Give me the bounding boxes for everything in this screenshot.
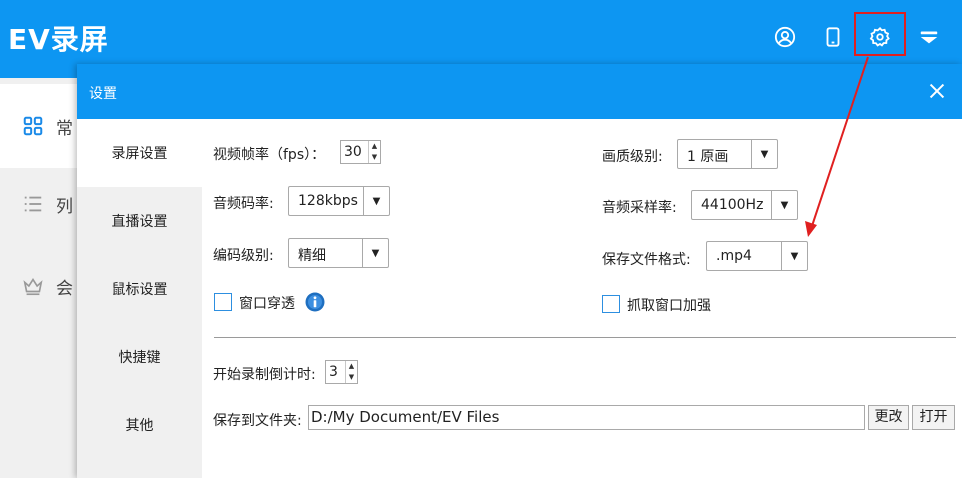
file-format-label: 保存文件格式:	[602, 252, 691, 268]
spin-up-icon[interactable]: ▲	[369, 141, 380, 152]
chevron-down-icon[interactable]: ▼	[362, 239, 388, 267]
dialog-header: 设置	[77, 64, 962, 119]
dialog-title: 设置	[89, 86, 117, 102]
tab-other[interactable]: 其他	[77, 391, 202, 459]
chevron-down-icon[interactable]: ▼	[363, 187, 389, 215]
save-folder-label: 保存到文件夹:	[213, 413, 302, 429]
sidebar-item-label: 会	[56, 278, 73, 299]
app-title: EV录屏	[8, 23, 109, 56]
spin-down-icon[interactable]: ▼	[346, 372, 357, 383]
settings-nav: 录屏设置 直播设置 鼠标设置 快捷键 其他	[77, 119, 202, 478]
fps-spinner[interactable]: 30 ▲ ▼	[340, 140, 381, 164]
countdown-label: 开始录制倒计时:	[213, 367, 316, 383]
tab-live-settings[interactable]: 直播设置	[77, 187, 202, 255]
section-divider	[214, 337, 956, 338]
spin-down-icon[interactable]: ▼	[369, 152, 380, 163]
phone-icon[interactable]	[816, 20, 850, 54]
close-icon[interactable]	[926, 80, 948, 102]
chevron-down-icon[interactable]: ▼	[781, 242, 807, 270]
user-icon[interactable]	[768, 20, 802, 54]
quality-select[interactable]: 1 原画 ▼	[677, 139, 778, 169]
countdown-value: 3	[329, 364, 338, 380]
crown-icon	[23, 278, 43, 296]
sidebar-item-member[interactable]: 会	[0, 244, 80, 328]
chevron-down-icon[interactable]: ▼	[771, 191, 797, 219]
audio-bitrate-value: 128kbps	[298, 193, 358, 209]
fps-label: 视频帧率（fps）：	[213, 147, 326, 163]
sample-rate-select[interactable]: 44100Hz ▼	[691, 190, 798, 220]
sidebar-item-label: 常	[56, 118, 73, 139]
sample-rate-label: 音频采样率:	[602, 200, 677, 216]
window-through-checkbox[interactable]	[214, 293, 232, 311]
file-format-value: .mp4	[716, 248, 752, 264]
tab-hotkeys[interactable]: 快捷键	[77, 323, 202, 391]
chevron-down-icon[interactable]: ▼	[751, 140, 777, 168]
encode-level-select[interactable]: 精细 ▼	[288, 238, 389, 268]
quality-label: 画质级别:	[602, 149, 663, 165]
list-icon	[24, 196, 42, 212]
fps-value: 30	[344, 144, 362, 160]
save-folder-input[interactable]: D:/My Document/EV Files	[308, 405, 865, 430]
capture-enhance-label: 抓取窗口加强	[627, 298, 711, 314]
settings-dialog: 设置 录屏设置 直播设置 鼠标设置 快捷键 其他 视频帧率（fps）： 30 ▲…	[77, 64, 962, 478]
audio-bitrate-label: 音频码率:	[213, 196, 274, 212]
sidebar-item-label: 列	[56, 196, 73, 217]
dropdown-menu-icon[interactable]	[912, 20, 946, 54]
change-folder-button[interactable]: 更改	[868, 405, 909, 430]
encode-level-label: 编码级别:	[213, 248, 274, 264]
app-sidebar: 常 列 会	[0, 78, 80, 478]
sample-rate-value: 44100Hz	[701, 197, 764, 213]
grid-icon	[23, 116, 43, 136]
audio-bitrate-select[interactable]: 128kbps ▼	[288, 186, 390, 216]
quality-value: 1 原画	[687, 149, 729, 165]
countdown-spinner[interactable]: 3 ▲ ▼	[325, 360, 358, 384]
capture-enhance-checkbox[interactable]	[602, 295, 620, 313]
open-folder-button[interactable]: 打开	[912, 405, 955, 430]
highlight-box	[854, 12, 906, 56]
window-through-label: 窗口穿透	[239, 296, 295, 312]
sidebar-item-common[interactable]: 常	[0, 84, 80, 168]
tab-record-settings[interactable]: 录屏设置	[77, 119, 202, 187]
sidebar-item-list[interactable]: 列	[0, 162, 80, 246]
encode-level-value: 精细	[298, 248, 326, 264]
spin-up-icon[interactable]: ▲	[346, 361, 357, 372]
file-format-select[interactable]: .mp4 ▼	[706, 241, 808, 271]
tab-mouse-settings[interactable]: 鼠标设置	[77, 255, 202, 323]
info-icon[interactable]	[305, 292, 325, 312]
